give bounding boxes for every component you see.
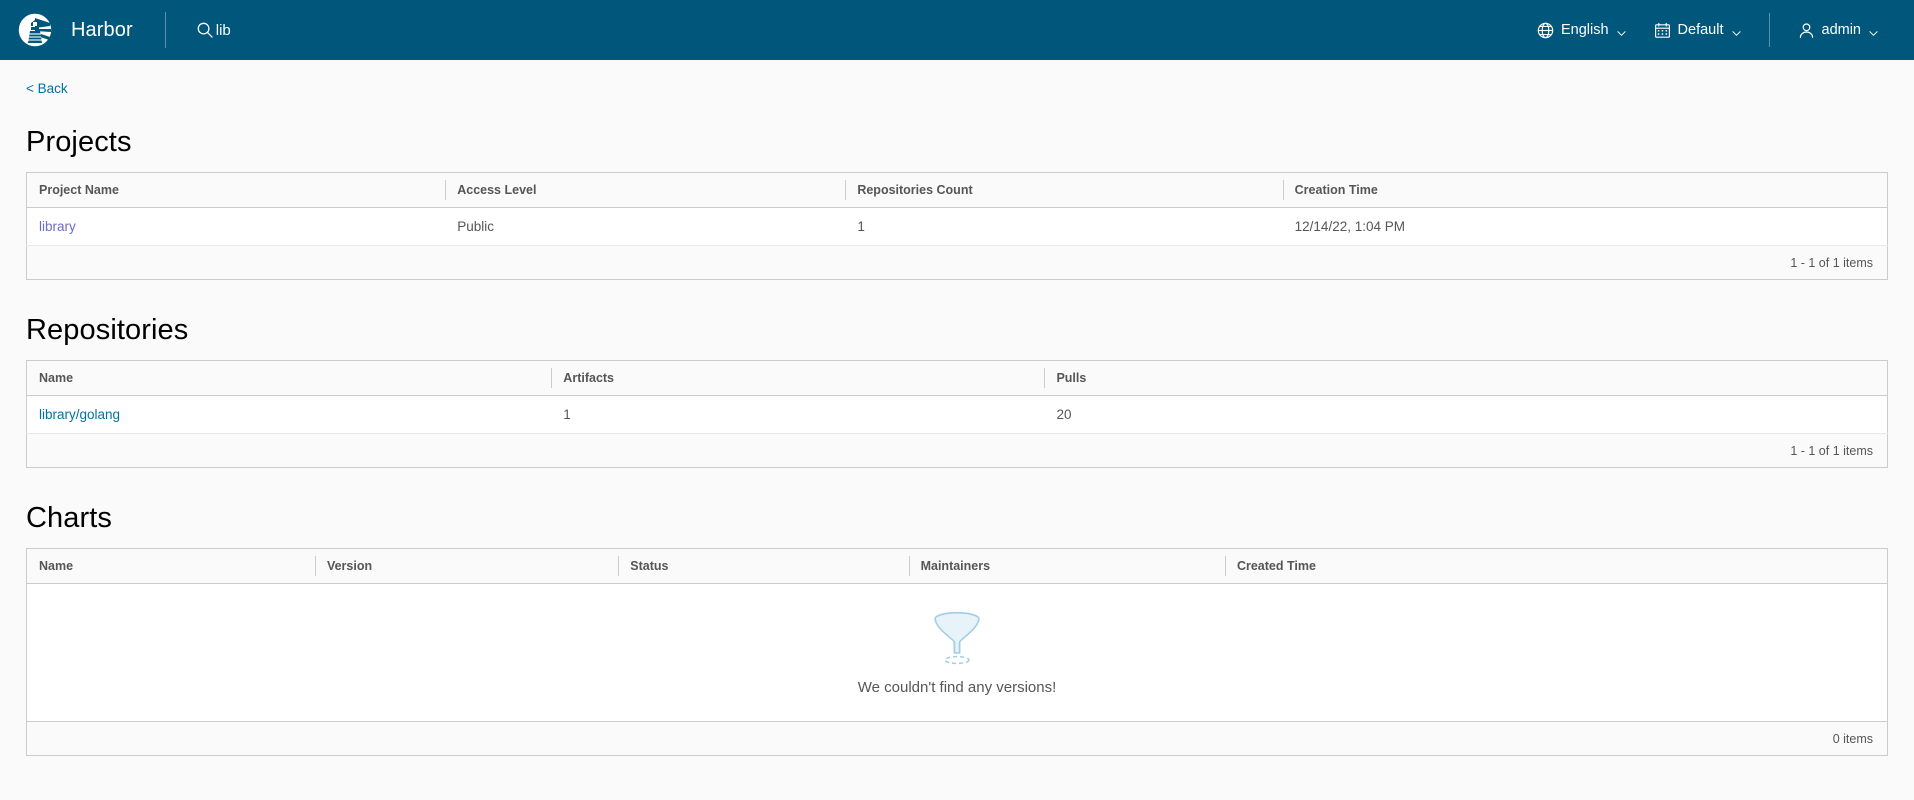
column-header-repositories-count[interactable]: Repositories Count (845, 172, 1283, 208)
empty-state-message: We couldn't find any versions! (857, 679, 1057, 696)
language-label: English (1560, 22, 1609, 38)
repositories-table: Name Artifacts Pulls library/golang 1 20 (26, 360, 1888, 434)
column-header-maintainers[interactable]: Maintainers (908, 548, 1225, 584)
projects-pagination: 1 - 1 of 1 items (26, 246, 1888, 280)
theme-label: Default (1677, 22, 1724, 38)
cell-repository-name: library/golang (26, 395, 552, 434)
cell-creation-time: 12/14/22, 1:04 PM (1282, 207, 1888, 246)
repository-link-library-golang[interactable]: library/golang (39, 407, 120, 422)
column-header-name[interactable]: Name (26, 548, 315, 584)
column-header-version[interactable]: Version (314, 548, 619, 584)
app-title: Harbor (71, 18, 133, 41)
repositories-item-count: 1 - 1 of 1 items (1790, 443, 1873, 458)
charts-item-count: 0 items (1832, 731, 1873, 746)
charts-section-title: Charts (26, 502, 113, 534)
globe-icon (1537, 22, 1554, 39)
table-row: library Public 1 12/14/22, 1:04 PM (26, 207, 1888, 246)
page-title: Projects (26, 126, 132, 158)
cell-repositories-count: 1 (845, 207, 1283, 246)
table-row: library/golang 1 20 (26, 395, 1888, 434)
column-header-status[interactable]: Status (618, 548, 909, 584)
table-header-row: Name Version Status Maintainers Created … (26, 548, 1888, 584)
chevron-down-icon (1731, 26, 1741, 36)
funnel-icon (926, 609, 988, 665)
table-header-row: Name Artifacts Pulls (26, 360, 1888, 396)
charts-empty-state: We couldn't find any versions! (26, 583, 1888, 722)
projects-item-count: 1 - 1 of 1 items (1790, 255, 1873, 270)
column-header-project-name[interactable]: Project Name (26, 172, 446, 208)
brand-area[interactable]: Harbor (0, 0, 133, 60)
harbor-lighthouse-logo-icon (17, 12, 53, 48)
header-divider (1768, 13, 1770, 47)
cell-pulls: 20 (1044, 395, 1888, 434)
theme-selector[interactable]: Default (1640, 0, 1755, 60)
charts-table: Name Version Status Maintainers Created … (26, 548, 1888, 722)
cell-artifacts: 1 (551, 395, 1045, 434)
cell-project-name: library (26, 207, 446, 246)
header-actions: English Default admin (1523, 0, 1914, 60)
column-header-created-time[interactable]: Created Time (1224, 548, 1888, 584)
header-divider (164, 12, 166, 48)
empty-state-content: We couldn't find any versions! (27, 609, 1887, 696)
user-menu[interactable]: admin (1784, 0, 1893, 60)
repositories-pagination: 1 - 1 of 1 items (26, 434, 1888, 468)
user-label: admin (1821, 22, 1862, 38)
column-header-name[interactable]: Name (26, 360, 552, 396)
chevron-down-icon (1869, 26, 1878, 36)
column-header-access-level[interactable]: Access Level (445, 172, 846, 208)
page-content: < Back Projects Project Name Access Leve… (0, 60, 1914, 756)
search-value: lib (215, 21, 231, 39)
projects-table: Project Name Access Level Repositories C… (26, 172, 1888, 246)
back-link[interactable]: < Back (26, 81, 68, 96)
project-link-library[interactable]: library (39, 219, 76, 234)
empty-state-row: We couldn't find any versions! (26, 583, 1888, 722)
calendar-icon (1654, 22, 1671, 39)
column-header-artifacts[interactable]: Artifacts (551, 360, 1045, 396)
charts-pagination: 0 items (26, 722, 1888, 756)
column-header-creation-time[interactable]: Creation Time (1282, 172, 1888, 208)
search-icon (196, 21, 214, 39)
language-selector[interactable]: English (1523, 0, 1640, 60)
cell-access-level: Public (445, 207, 846, 246)
repositories-section-title: Repositories (26, 314, 189, 346)
column-header-pulls[interactable]: Pulls (1044, 360, 1888, 396)
user-icon (1798, 22, 1815, 39)
app-header: Harbor lib English Default admin (0, 0, 1914, 60)
table-header-row: Project Name Access Level Repositories C… (26, 172, 1888, 208)
chevron-down-icon (1616, 26, 1626, 36)
search-input[interactable]: lib (196, 0, 231, 60)
